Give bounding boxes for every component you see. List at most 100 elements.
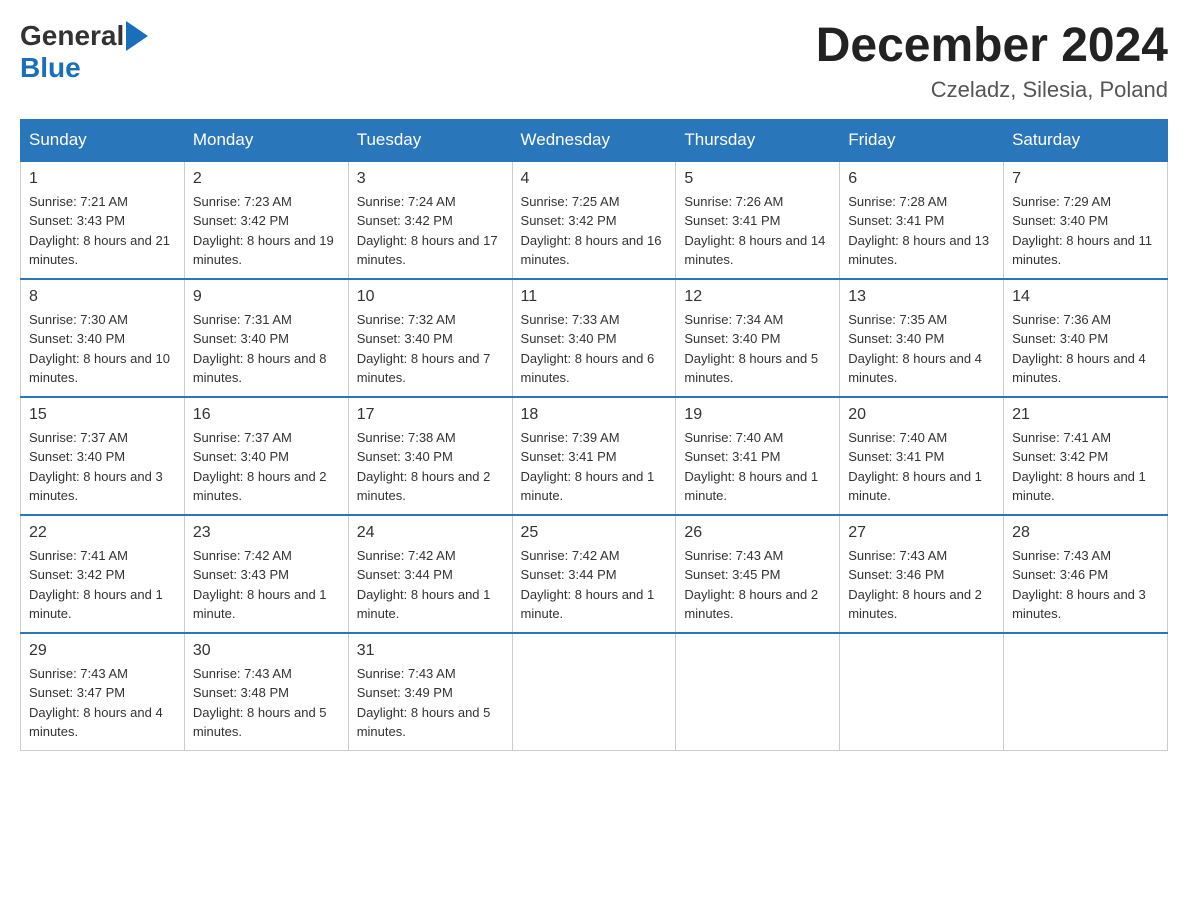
day-number: 29 bbox=[29, 642, 176, 660]
daylight-label: Daylight: 8 hours and 3 minutes. bbox=[29, 469, 163, 504]
sunset-label: Sunset: 3:40 PM bbox=[521, 331, 617, 346]
daylight-label: Daylight: 8 hours and 7 minutes. bbox=[357, 351, 491, 386]
daylight-label: Daylight: 8 hours and 13 minutes. bbox=[848, 233, 989, 268]
day-number: 15 bbox=[29, 406, 176, 424]
logo: General Blue bbox=[20, 20, 148, 84]
day-number: 27 bbox=[848, 524, 995, 542]
table-row: 26 Sunrise: 7:43 AM Sunset: 3:45 PM Dayl… bbox=[676, 515, 840, 633]
sunset-label: Sunset: 3:40 PM bbox=[357, 449, 453, 464]
sunset-label: Sunset: 3:42 PM bbox=[29, 567, 125, 582]
day-number: 17 bbox=[357, 406, 504, 424]
day-number: 24 bbox=[357, 524, 504, 542]
table-row: 29 Sunrise: 7:43 AM Sunset: 3:47 PM Dayl… bbox=[21, 633, 185, 751]
daylight-label: Daylight: 8 hours and 2 minutes. bbox=[357, 469, 491, 504]
table-row: 1 Sunrise: 7:21 AM Sunset: 3:43 PM Dayli… bbox=[21, 161, 185, 279]
day-info: Sunrise: 7:37 AM Sunset: 3:40 PM Dayligh… bbox=[29, 428, 176, 506]
table-row: 27 Sunrise: 7:43 AM Sunset: 3:46 PM Dayl… bbox=[840, 515, 1004, 633]
table-row: 11 Sunrise: 7:33 AM Sunset: 3:40 PM Dayl… bbox=[512, 279, 676, 397]
day-number: 13 bbox=[848, 288, 995, 306]
day-info: Sunrise: 7:36 AM Sunset: 3:40 PM Dayligh… bbox=[1012, 310, 1159, 388]
table-row: 22 Sunrise: 7:41 AM Sunset: 3:42 PM Dayl… bbox=[21, 515, 185, 633]
table-row: 19 Sunrise: 7:40 AM Sunset: 3:41 PM Dayl… bbox=[676, 397, 840, 515]
sunrise-label: Sunrise: 7:35 AM bbox=[848, 312, 947, 327]
sunrise-label: Sunrise: 7:42 AM bbox=[521, 548, 620, 563]
sunrise-label: Sunrise: 7:43 AM bbox=[684, 548, 783, 563]
table-row: 10 Sunrise: 7:32 AM Sunset: 3:40 PM Dayl… bbox=[348, 279, 512, 397]
day-info: Sunrise: 7:39 AM Sunset: 3:41 PM Dayligh… bbox=[521, 428, 668, 506]
day-info: Sunrise: 7:33 AM Sunset: 3:40 PM Dayligh… bbox=[521, 310, 668, 388]
table-row: 17 Sunrise: 7:38 AM Sunset: 3:40 PM Dayl… bbox=[348, 397, 512, 515]
sunset-label: Sunset: 3:41 PM bbox=[848, 213, 944, 228]
day-number: 4 bbox=[521, 170, 668, 188]
sunrise-label: Sunrise: 7:23 AM bbox=[193, 194, 292, 209]
col-friday: Friday bbox=[840, 119, 1004, 161]
day-number: 10 bbox=[357, 288, 504, 306]
daylight-label: Daylight: 8 hours and 4 minutes. bbox=[848, 351, 982, 386]
day-info: Sunrise: 7:43 AM Sunset: 3:49 PM Dayligh… bbox=[357, 664, 504, 742]
day-number: 21 bbox=[1012, 406, 1159, 424]
day-info: Sunrise: 7:43 AM Sunset: 3:45 PM Dayligh… bbox=[684, 546, 831, 624]
table-row: 24 Sunrise: 7:42 AM Sunset: 3:44 PM Dayl… bbox=[348, 515, 512, 633]
sunset-label: Sunset: 3:44 PM bbox=[357, 567, 453, 582]
sunrise-label: Sunrise: 7:42 AM bbox=[193, 548, 292, 563]
sunrise-label: Sunrise: 7:37 AM bbox=[29, 430, 128, 445]
table-row: 18 Sunrise: 7:39 AM Sunset: 3:41 PM Dayl… bbox=[512, 397, 676, 515]
daylight-label: Daylight: 8 hours and 14 minutes. bbox=[684, 233, 825, 268]
day-number: 9 bbox=[193, 288, 340, 306]
logo-general-text: General bbox=[20, 20, 124, 52]
sunset-label: Sunset: 3:42 PM bbox=[193, 213, 289, 228]
day-info: Sunrise: 7:41 AM Sunset: 3:42 PM Dayligh… bbox=[1012, 428, 1159, 506]
title-section: December 2024 Czeladz, Silesia, Poland bbox=[816, 20, 1168, 103]
sunset-label: Sunset: 3:42 PM bbox=[357, 213, 453, 228]
table-row: 23 Sunrise: 7:42 AM Sunset: 3:43 PM Dayl… bbox=[184, 515, 348, 633]
day-info: Sunrise: 7:41 AM Sunset: 3:42 PM Dayligh… bbox=[29, 546, 176, 624]
daylight-label: Daylight: 8 hours and 2 minutes. bbox=[193, 469, 327, 504]
table-row: 15 Sunrise: 7:37 AM Sunset: 3:40 PM Dayl… bbox=[21, 397, 185, 515]
daylight-label: Daylight: 8 hours and 1 minute. bbox=[29, 587, 163, 622]
day-info: Sunrise: 7:31 AM Sunset: 3:40 PM Dayligh… bbox=[193, 310, 340, 388]
day-number: 2 bbox=[193, 170, 340, 188]
daylight-label: Daylight: 8 hours and 1 minute. bbox=[521, 587, 655, 622]
sunset-label: Sunset: 3:40 PM bbox=[29, 331, 125, 346]
daylight-label: Daylight: 8 hours and 3 minutes. bbox=[1012, 587, 1146, 622]
sunset-label: Sunset: 3:48 PM bbox=[193, 685, 289, 700]
sunset-label: Sunset: 3:40 PM bbox=[193, 331, 289, 346]
daylight-label: Daylight: 8 hours and 4 minutes. bbox=[29, 705, 163, 740]
logo-arrow-icon bbox=[126, 21, 148, 51]
day-number: 14 bbox=[1012, 288, 1159, 306]
table-row: 8 Sunrise: 7:30 AM Sunset: 3:40 PM Dayli… bbox=[21, 279, 185, 397]
sunset-label: Sunset: 3:40 PM bbox=[1012, 331, 1108, 346]
table-row: 3 Sunrise: 7:24 AM Sunset: 3:42 PM Dayli… bbox=[348, 161, 512, 279]
table-row: 13 Sunrise: 7:35 AM Sunset: 3:40 PM Dayl… bbox=[840, 279, 1004, 397]
day-number: 23 bbox=[193, 524, 340, 542]
calendar-table: Sunday Monday Tuesday Wednesday Thursday… bbox=[20, 119, 1168, 751]
sunrise-label: Sunrise: 7:41 AM bbox=[1012, 430, 1111, 445]
daylight-label: Daylight: 8 hours and 21 minutes. bbox=[29, 233, 170, 268]
day-info: Sunrise: 7:40 AM Sunset: 3:41 PM Dayligh… bbox=[848, 428, 995, 506]
sunrise-label: Sunrise: 7:30 AM bbox=[29, 312, 128, 327]
table-row bbox=[512, 633, 676, 751]
day-number: 25 bbox=[521, 524, 668, 542]
daylight-label: Daylight: 8 hours and 8 minutes. bbox=[193, 351, 327, 386]
table-row: 7 Sunrise: 7:29 AM Sunset: 3:40 PM Dayli… bbox=[1004, 161, 1168, 279]
table-row: 21 Sunrise: 7:41 AM Sunset: 3:42 PM Dayl… bbox=[1004, 397, 1168, 515]
table-row: 2 Sunrise: 7:23 AM Sunset: 3:42 PM Dayli… bbox=[184, 161, 348, 279]
day-number: 20 bbox=[848, 406, 995, 424]
sunrise-label: Sunrise: 7:24 AM bbox=[357, 194, 456, 209]
sunset-label: Sunset: 3:43 PM bbox=[29, 213, 125, 228]
col-sunday: Sunday bbox=[21, 119, 185, 161]
table-row: 16 Sunrise: 7:37 AM Sunset: 3:40 PM Dayl… bbox=[184, 397, 348, 515]
day-number: 12 bbox=[684, 288, 831, 306]
day-number: 18 bbox=[521, 406, 668, 424]
daylight-label: Daylight: 8 hours and 1 minute. bbox=[848, 469, 982, 504]
location-title: Czeladz, Silesia, Poland bbox=[816, 77, 1168, 103]
col-saturday: Saturday bbox=[1004, 119, 1168, 161]
daylight-label: Daylight: 8 hours and 2 minutes. bbox=[848, 587, 982, 622]
sunset-label: Sunset: 3:46 PM bbox=[1012, 567, 1108, 582]
sunrise-label: Sunrise: 7:28 AM bbox=[848, 194, 947, 209]
sunrise-label: Sunrise: 7:43 AM bbox=[1012, 548, 1111, 563]
daylight-label: Daylight: 8 hours and 1 minute. bbox=[521, 469, 655, 504]
sunset-label: Sunset: 3:43 PM bbox=[193, 567, 289, 582]
day-info: Sunrise: 7:43 AM Sunset: 3:47 PM Dayligh… bbox=[29, 664, 176, 742]
col-wednesday: Wednesday bbox=[512, 119, 676, 161]
